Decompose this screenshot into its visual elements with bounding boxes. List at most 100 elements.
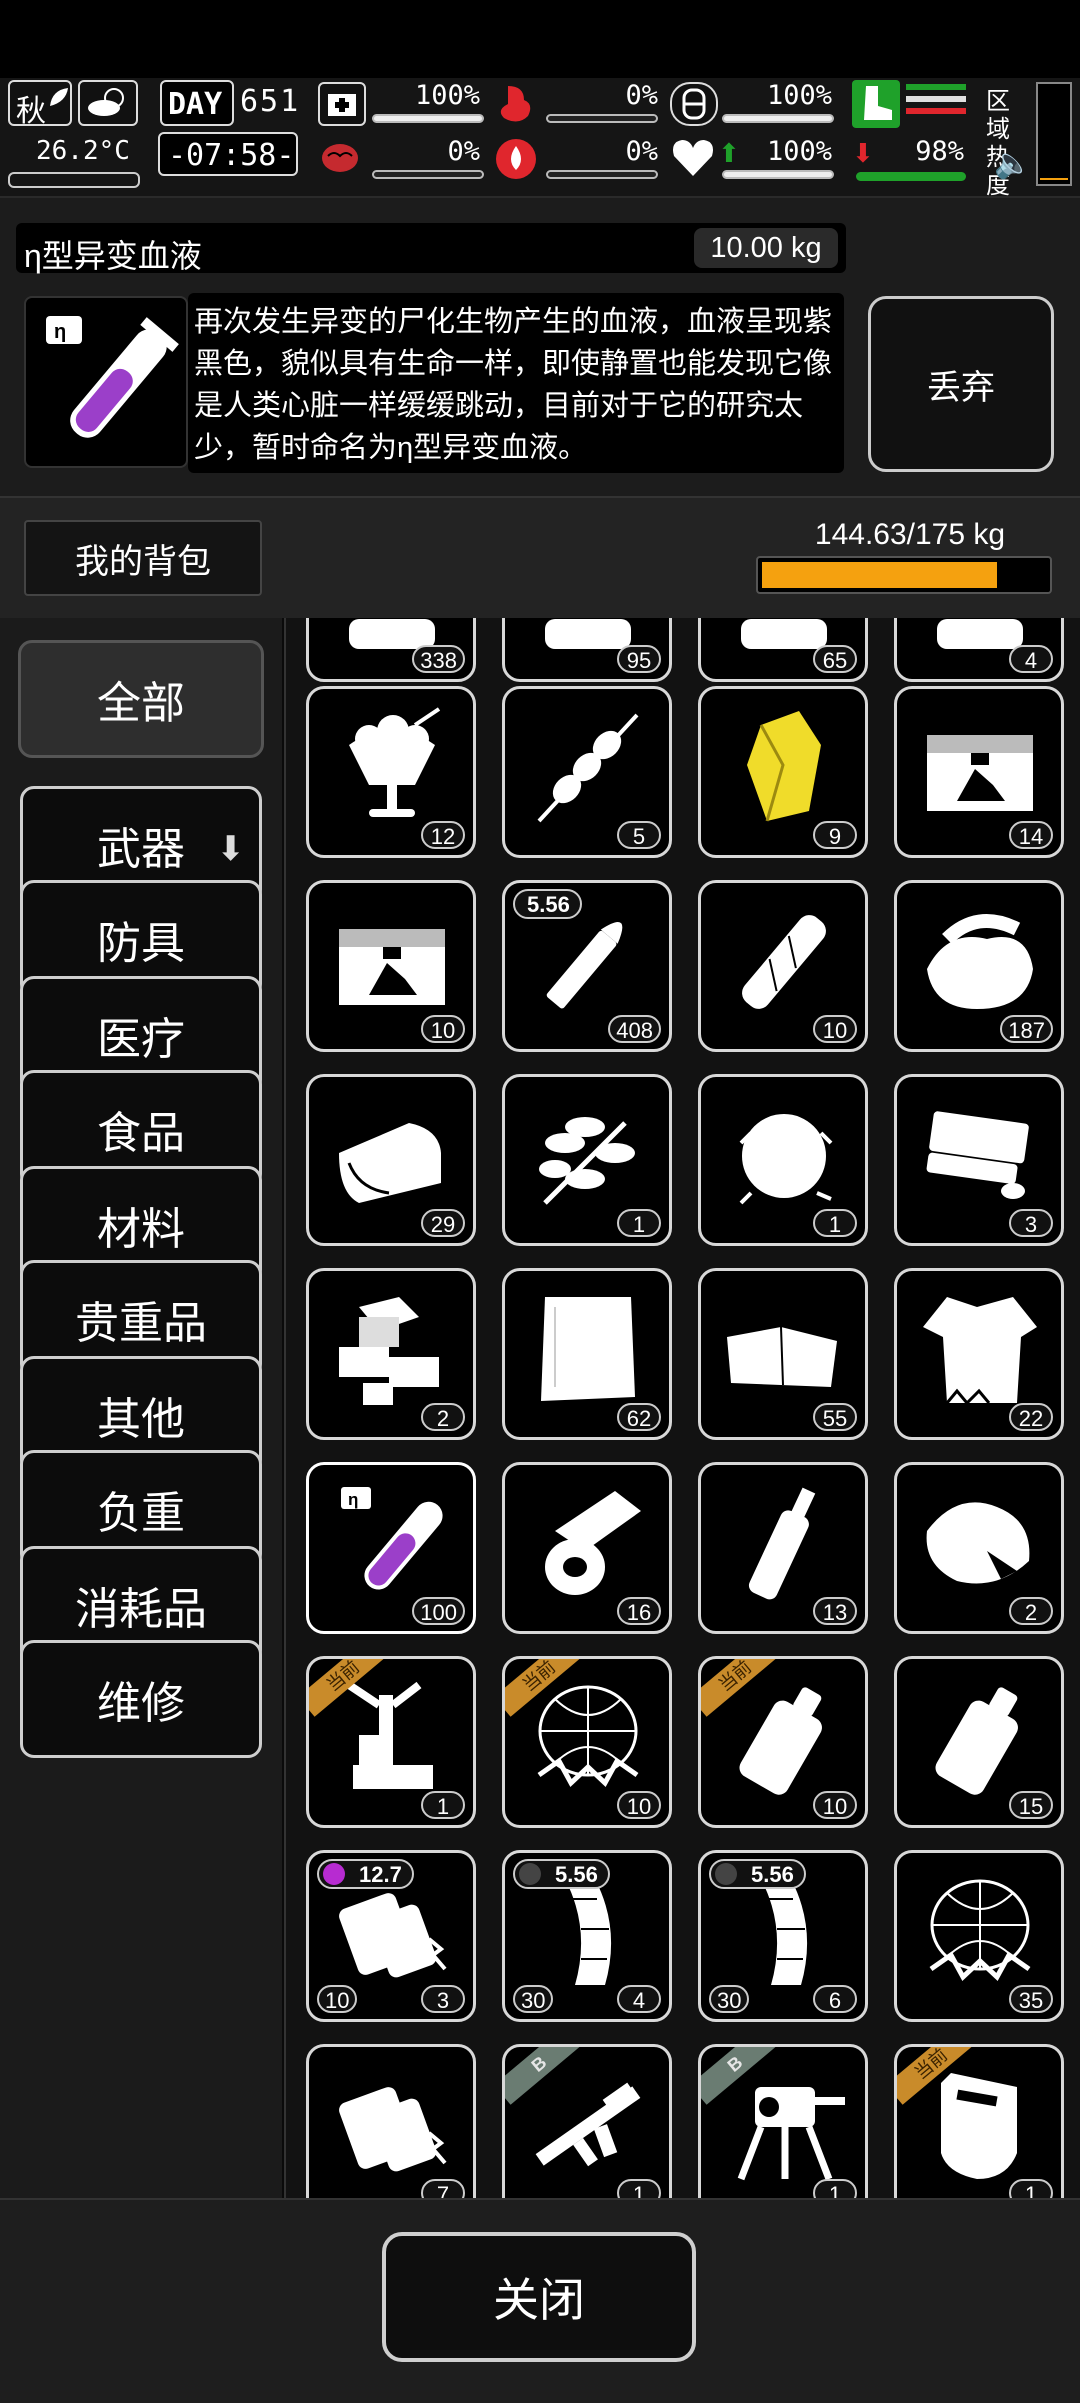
ammo-loaded-count: 30 — [513, 1985, 554, 2013]
helmet-icon — [670, 82, 718, 126]
item-count: 408 — [608, 1015, 661, 1043]
item-count: 4 — [617, 1985, 661, 2013]
discard-button[interactable]: 丢弃 — [868, 296, 1054, 472]
food-bag-icon — [926, 1502, 1030, 1584]
medkit-icon — [318, 82, 366, 126]
bleed-value: 0% — [625, 136, 658, 167]
inventory-slot[interactable]: 15 — [894, 1656, 1064, 1828]
item-count: 187 — [1000, 1015, 1053, 1043]
category-tab-0[interactable]: 全部 — [18, 640, 264, 758]
inventory-slot[interactable]: 5.56 408 — [502, 880, 672, 1052]
supply-crate-icon — [339, 929, 445, 1005]
inventory-slot[interactable]: 29 — [306, 1074, 476, 1246]
inventory-slot[interactable]: 7 — [306, 2044, 476, 2198]
hunger-value: 0% — [625, 80, 658, 111]
item-description: 再次发生异变的尸化生物产生的血液，血液呈现紫黑色，貌似具有生命一样，即使静置也能… — [188, 293, 844, 473]
zone-heat-fill — [1040, 178, 1068, 180]
category-label: 其他 — [97, 1395, 185, 1444]
inventory-slot[interactable]: 22 — [894, 1268, 1064, 1440]
inventory-slot[interactable]: 当前 1 — [306, 1656, 476, 1828]
item-count: 13 — [813, 1597, 857, 1625]
item-count: 2 — [421, 1403, 465, 1431]
blood-drop-icon — [494, 136, 542, 184]
item-count: 7 — [421, 2179, 465, 2198]
item-count: 1 — [421, 1791, 465, 1819]
category-label: 负重 — [97, 1489, 185, 1538]
temperature-readout: 26.2°C — [36, 136, 130, 166]
inventory-slot[interactable]: 1 — [698, 1074, 868, 1246]
inventory-slot[interactable]: 2 — [306, 1268, 476, 1440]
brain-icon — [318, 138, 366, 182]
item-count: 1 — [813, 2179, 857, 2198]
inventory-grid[interactable]: 338 95 65 4 12 5 9 14 10 5.56 408 10 187 29 1 1 3 2 62 55 22… — [284, 618, 1080, 2198]
close-button[interactable]: 关闭 — [382, 2232, 696, 2362]
inventory-slot[interactable]: 2 — [894, 1462, 1064, 1634]
inventory-slot[interactable]: B1 — [698, 2044, 868, 2198]
inventory-slot[interactable]: 65 — [698, 618, 868, 682]
inventory-slot[interactable]: 187 — [894, 880, 1064, 1052]
inventory-slot[interactable]: 55 — [698, 1268, 868, 1440]
category-label: 医疗 — [97, 1015, 185, 1064]
category-tab-10[interactable]: 维修 — [20, 1640, 262, 1758]
leaf-icon — [50, 88, 68, 106]
backpack-weight-bar — [756, 556, 1052, 594]
boot-icon — [852, 80, 900, 128]
inventory-slot[interactable]: 当前 10 — [698, 1656, 868, 1828]
inventory-slot[interactable]: 当前 1 — [894, 2044, 1064, 2198]
inventory-slot[interactable]: 10 — [306, 880, 476, 1052]
item-count: 95 — [617, 645, 661, 673]
inventory-slot[interactable]: 35 — [894, 1850, 1064, 2022]
zone-heat-label: 区域热度 — [986, 88, 1010, 199]
inventory-slot[interactable]: 13 — [698, 1462, 868, 1634]
inventory-slot[interactable]: 14 — [894, 686, 1064, 858]
inventory-slot[interactable]: 当前 10 — [502, 1656, 672, 1828]
caliber-label: 5.56 — [555, 1862, 598, 1887]
inventory-slot[interactable]: 3 — [894, 1074, 1064, 1246]
ammo-loaded-count: 30 — [709, 1985, 750, 2013]
down-arrow-icon: ⬇ — [852, 138, 874, 168]
item-count: 5 — [617, 821, 661, 849]
speaker-icon[interactable]: 🔈 — [994, 146, 1031, 181]
caliber-label: 5.56 — [751, 1862, 794, 1887]
inventory-slot[interactable]: 1 — [502, 1074, 672, 1246]
inventory-slot[interactable]: 5.56 30 6 — [698, 1850, 868, 2022]
zone-heat-meter — [1036, 82, 1072, 186]
category-label: 消耗品 — [75, 1585, 207, 1634]
inventory-slot[interactable]: 12.7 10 3 — [306, 1850, 476, 2022]
inventory-slot[interactable]: 95 — [502, 618, 672, 682]
inventory-slot[interactable]: 12 — [306, 686, 476, 858]
item-count: 12 — [421, 821, 465, 849]
gold-crystal-icon — [747, 711, 821, 822]
clock-time: -07:58- — [168, 138, 295, 173]
day-label-box: DAY — [160, 80, 234, 126]
stamina-stripe-3 — [906, 108, 966, 114]
item-weight: 10.00 kg — [694, 228, 838, 268]
item-count: 338 — [412, 645, 465, 673]
supply-crate-icon — [927, 735, 1033, 811]
armor-value: 100% — [766, 80, 832, 111]
inventory-slot[interactable]: 16 — [502, 1462, 672, 1634]
category-label: 维修 — [97, 1679, 185, 1728]
bottle-icon — [748, 1487, 816, 1600]
inventory-slot[interactable]: 338 — [306, 618, 476, 682]
inventory-slot[interactable]: B1 — [502, 2044, 672, 2198]
inventory-slot[interactable]: 9 — [698, 686, 868, 858]
item-count: 4 — [1009, 645, 1053, 673]
cloth-pile-icon — [927, 914, 1033, 1009]
backpack-weight-fill — [762, 562, 997, 588]
inventory-slot[interactable]: 62 — [502, 1268, 672, 1440]
ammo-type-icon — [519, 1863, 541, 1885]
ammo-type-icon — [323, 1863, 345, 1885]
item-count: 1 — [813, 1209, 857, 1237]
item-count: 22 — [1009, 1403, 1053, 1431]
bleed-bar — [546, 170, 658, 179]
ammo-pouch-icon — [339, 2087, 447, 2172]
inventory-slot[interactable]: 5 — [502, 686, 672, 858]
inventory-slot[interactable]: η 100 — [306, 1462, 476, 1634]
inventory-slot[interactable]: 5.56 30 4 — [502, 1850, 672, 2022]
category-label: 材料 — [97, 1205, 185, 1254]
inventory-slot[interactable]: 10 — [698, 880, 868, 1052]
inventory-slot[interactable]: 4 — [894, 618, 1064, 682]
category-sidebar[interactable]: 全部 武器 ⬇ 防具 医疗 食品 材料 贵重品 其他 负重 消耗品 维修 — [0, 618, 282, 2198]
item-count: 100 — [412, 1597, 465, 1625]
